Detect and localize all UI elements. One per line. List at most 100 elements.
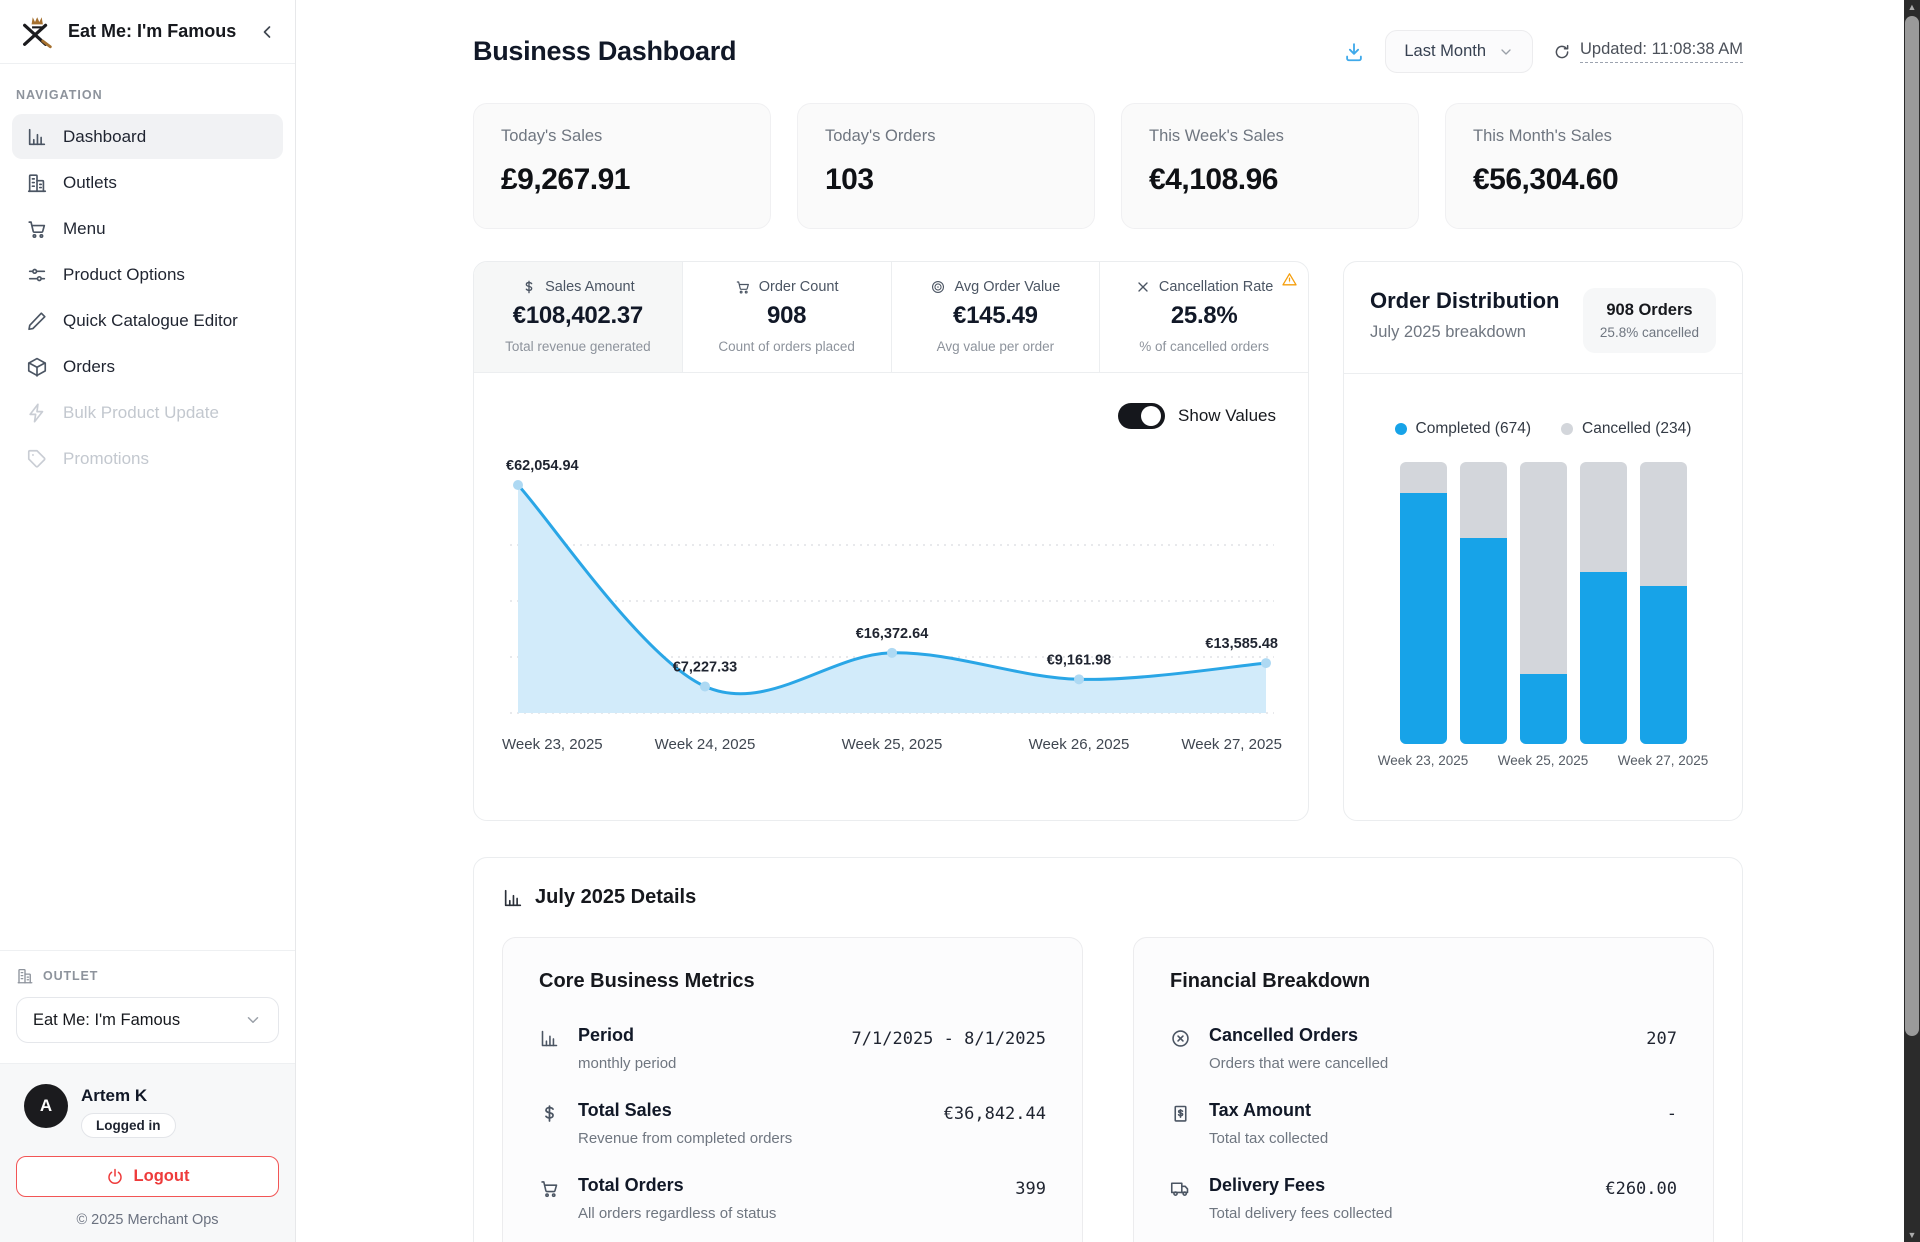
scrollbar-thumb[interactable]	[1905, 16, 1919, 1036]
metric-tab-value: 25.8%	[1108, 302, 1300, 330]
dist-bar-completed-fill	[1640, 586, 1687, 744]
stat-card-this-month-s-sales: This Month's Sales €56,304.60	[1445, 103, 1743, 229]
detail-row-total-sales: Total Sales Revenue from completed order…	[539, 1100, 1046, 1147]
svg-text:Week 23, 2025: Week 23, 2025	[502, 736, 603, 753]
logged-in-badge: Logged in	[81, 1113, 176, 1138]
outlet-selected-value: Eat Me: I'm Famous	[33, 1011, 180, 1030]
x-icon	[1135, 279, 1151, 295]
package-icon	[26, 356, 48, 378]
dist-bar-week-23-2025	[1400, 462, 1447, 744]
period-selector[interactable]: Last Month	[1385, 30, 1533, 73]
metric-tab-caption: % of cancelled orders	[1108, 339, 1300, 354]
nav-list: Dashboard Outlets Menu Product Options Quick…	[0, 114, 295, 482]
stat-value: €56,304.60	[1473, 163, 1715, 197]
updated-text: Updated: 11:08:38 AM	[1580, 40, 1743, 63]
sidebar: Eat Me: I'm Famous NAVIGATION DashboardO…	[0, 0, 296, 1242]
sidebar-header: Eat Me: I'm Famous	[0, 0, 295, 64]
download-button[interactable]	[1343, 41, 1365, 63]
sidebar-item-dashboard[interactable]: Dashboard	[12, 114, 283, 159]
logout-button[interactable]: Logout	[16, 1156, 279, 1197]
sidebar-item-label: Quick Catalogue Editor	[63, 311, 238, 331]
detail-row-tax-amount: Tax Amount Total tax collected-	[1170, 1100, 1677, 1147]
orders-badge-cancelled: 25.8% cancelled	[1600, 325, 1699, 340]
metric-tab-label: Order Count	[759, 279, 839, 295]
zap-icon	[26, 402, 48, 424]
svg-text:€9,161.98: €9,161.98	[1047, 652, 1112, 668]
outlet-section-label: OUTLET	[16, 967, 279, 985]
metric-tab-caption: Count of orders placed	[691, 339, 883, 354]
download-icon	[1343, 41, 1365, 63]
sidebar-item-label: Bulk Product Update	[63, 403, 219, 423]
scroll-down-arrow[interactable]: ▼	[1904, 1228, 1920, 1242]
receipt-icon	[1170, 1100, 1191, 1147]
distribution-bars	[1400, 462, 1687, 744]
metric-tab-sales-amount[interactable]: Sales Amount€108,402.37Total revenue gen…	[474, 262, 683, 372]
metric-tab-caption: Total revenue generated	[482, 339, 674, 354]
dist-bar-completed-fill	[1400, 493, 1447, 744]
detail-row-sub: monthly period	[578, 1055, 834, 1072]
toggle-knob	[1141, 406, 1161, 426]
metric-tab-avg-order-value[interactable]: Avg Order Value €145.49 Avg value per orde…	[892, 262, 1101, 372]
dist-bar-week-26-2025	[1580, 462, 1627, 744]
logout-label: Logout	[134, 1167, 190, 1186]
sidebar-item-label: Outlets	[63, 173, 117, 193]
metric-tab-caption: Avg value per order	[900, 339, 1092, 354]
details-section: July 2025 Details Core Business MetricsP…	[473, 857, 1743, 1242]
metric-tab-label: Avg Order Value	[954, 279, 1060, 295]
show-values-toggle[interactable]	[1118, 403, 1165, 429]
detail-row-label: Cancelled Orders	[1209, 1025, 1628, 1046]
sidebar-item-label: Product Options	[63, 265, 185, 285]
detail-row-label: Tax Amount	[1209, 1100, 1649, 1121]
legend-label: Completed (674)	[1416, 420, 1531, 438]
sidebar-collapse-button[interactable]	[257, 22, 277, 42]
metric-tab-value: €108,402.37	[482, 302, 674, 330]
metric-tabs: Sales Amount€108,402.37Total revenue gen…	[474, 262, 1308, 373]
brand-logo-icon	[18, 13, 56, 51]
bar-chart-icon	[539, 1025, 560, 1072]
refresh-updated[interactable]: Updated: 11:08:38 AM	[1553, 40, 1743, 63]
outlet-select[interactable]: Eat Me: I'm Famous	[16, 997, 279, 1043]
metric-tab-order-count[interactable]: Order Count 908 Count of orders placed	[683, 262, 892, 372]
scrollbar[interactable]: ▲ ▼	[1904, 0, 1920, 1242]
detail-card-core-business-metrics: Core Business MetricsPeriod monthly peri…	[502, 937, 1083, 1242]
sidebar-item-menu[interactable]: Menu	[12, 206, 283, 251]
charts-row: Sales Amount€108,402.37Total revenue gen…	[473, 261, 1743, 821]
sidebar-item-orders[interactable]: Orders	[12, 344, 283, 389]
warning-icon	[1281, 271, 1298, 288]
user-name: Artem K	[81, 1086, 176, 1106]
distribution-title: Order Distribution	[1370, 288, 1559, 314]
dist-bar-completed-fill	[1580, 572, 1627, 744]
content: Business Dashboard Last Month	[473, 0, 1743, 1242]
sidebar-item-outlets[interactable]: Outlets	[12, 160, 283, 205]
svg-text:Week 25, 2025: Week 25, 2025	[842, 736, 943, 753]
detail-card-title: Financial Breakdown	[1170, 970, 1677, 993]
scroll-up-arrow[interactable]: ▲	[1904, 0, 1920, 14]
order-distribution-card: Order Distribution July 2025 breakdown 9…	[1343, 261, 1743, 821]
detail-row-value: €260.00	[1605, 1175, 1677, 1222]
details-title-row: July 2025 Details	[502, 886, 1714, 909]
sidebar-item-product-options[interactable]: Product Options	[12, 252, 283, 297]
toggle-row: Show Values	[500, 373, 1282, 435]
detail-row-main: Period monthly period	[578, 1025, 834, 1072]
refresh-icon	[1553, 43, 1571, 61]
header-controls: Last Month Updated: 11:08:38 AM	[1343, 30, 1743, 73]
building-icon	[16, 967, 34, 985]
metric-tab-cancellation-rate[interactable]: Cancellation Rate25.8%% of cancelled ord…	[1100, 262, 1308, 372]
power-icon	[106, 1168, 124, 1186]
detail-row-main: Delivery Fees Total delivery fees collec…	[1209, 1175, 1587, 1222]
sliders-icon	[26, 264, 48, 286]
avatar: A	[24, 1084, 68, 1128]
distribution-subtitle: July 2025 breakdown	[1370, 323, 1559, 342]
metric-tab-top: Avg Order Value	[900, 279, 1092, 295]
sidebar-item-quick-catalogue-editor[interactable]: Quick Catalogue Editor	[12, 298, 283, 343]
detail-row-main: Cancelled Orders Orders that were cancel…	[1209, 1025, 1628, 1072]
brand-name: Eat Me: I'm Famous	[68, 21, 245, 42]
copyright: © 2025 Merchant Ops	[16, 1212, 279, 1228]
legend-item-completed-674: Completed (674)	[1395, 420, 1531, 438]
dollar-icon	[539, 1100, 560, 1147]
sidebar-item-bulk-product-update: Bulk Product Update	[12, 390, 283, 435]
metric-tab-value: 908	[691, 302, 883, 330]
dollar-icon	[521, 279, 537, 295]
metric-tab-value: €145.49	[900, 302, 1092, 330]
detail-row-main: Tax Amount Total tax collected	[1209, 1100, 1649, 1147]
